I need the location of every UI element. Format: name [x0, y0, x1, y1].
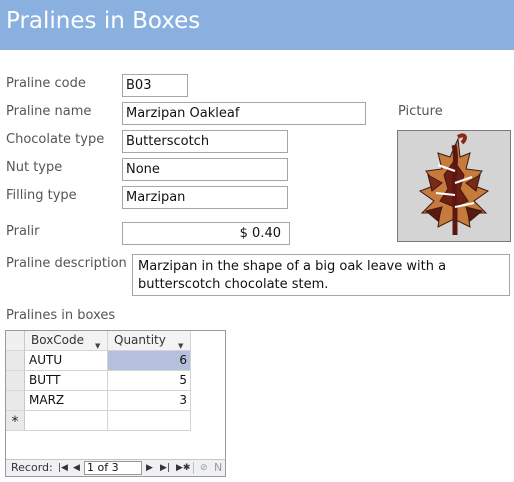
quantity-cell[interactable]: 3 — [108, 391, 191, 411]
praline-name-label: Praline name — [6, 104, 92, 119]
oak-leaf-praline-image — [418, 133, 490, 235]
praline-picture — [397, 130, 511, 242]
select-all-corner[interactable] — [6, 331, 25, 351]
praline-name-field[interactable]: Marzipan Oakleaf — [122, 102, 366, 125]
next-record-icon[interactable]: ▶ — [146, 461, 153, 475]
form-title: Pralines in Boxes — [6, 8, 201, 34]
record-selector[interactable] — [6, 371, 25, 391]
table-row[interactable]: BUTT 5 — [6, 371, 225, 391]
new-record-row[interactable]: * — [6, 411, 225, 431]
record-selector[interactable] — [6, 391, 25, 411]
filter-icon[interactable]: ⊘ — [200, 461, 208, 475]
nut-type-label: Nut type — [6, 160, 63, 175]
record-navigation-bar: Record: |◀ ◀ 1 of 3 ▶ ▶| ▶✱ ⊘ N — [6, 459, 225, 476]
chocolate-type-field[interactable]: Butterscotch — [122, 130, 288, 153]
column-header-quantity[interactable]: Quantity ▼ — [108, 331, 191, 351]
nut-type-field[interactable]: None — [122, 158, 288, 181]
praline-code-label: Praline code — [6, 76, 86, 91]
pralir-field[interactable]: $ 0.40 — [122, 222, 290, 245]
filling-type-field[interactable]: Marzipan — [122, 186, 288, 209]
previous-record-icon[interactable]: ◀ — [73, 461, 80, 475]
column-header-boxcode[interactable]: BoxCode ▼ — [25, 331, 108, 351]
picture-label: Picture — [398, 104, 443, 119]
new-record-marker[interactable]: * — [6, 411, 25, 431]
boxcode-cell[interactable]: AUTU — [25, 351, 108, 371]
filling-type-label: Filling type — [6, 188, 77, 203]
record-label: Record: — [11, 461, 53, 474]
praline-description-label: Praline description — [6, 256, 127, 271]
boxcode-new-cell[interactable] — [25, 411, 108, 431]
filter-label[interactable]: N — [214, 461, 222, 475]
last-record-icon[interactable]: ▶| — [160, 461, 170, 475]
new-record-icon[interactable]: ▶✱ — [176, 461, 190, 475]
nav-divider — [193, 462, 194, 474]
form-header: Pralines in Boxes — [0, 0, 514, 50]
pralir-label: Pralir — [6, 224, 40, 239]
praline-code-field[interactable]: B03 — [122, 74, 188, 97]
quantity-cell[interactable]: 5 — [108, 371, 191, 391]
record-selector[interactable] — [6, 351, 25, 371]
quantity-cell[interactable]: 6 — [108, 351, 191, 371]
boxcode-cell[interactable]: MARZ — [25, 391, 108, 411]
boxcode-cell[interactable]: BUTT — [25, 371, 108, 391]
column-header-quantity-label: Quantity — [114, 333, 166, 347]
first-record-icon[interactable]: |◀ — [58, 461, 68, 475]
chocolate-type-label: Chocolate type — [6, 132, 105, 147]
datasheet-header-row: BoxCode ▼ Quantity ▼ — [6, 331, 225, 351]
quantity-new-cell[interactable] — [108, 411, 191, 431]
current-record-input[interactable]: 1 of 3 — [84, 461, 142, 475]
pralines-in-boxes-subform: BoxCode ▼ Quantity ▼ AUTU 6 BUTT 5 MARZ … — [5, 330, 226, 477]
column-header-boxcode-label: BoxCode — [31, 333, 85, 347]
subform-label: Pralines in boxes — [6, 308, 116, 323]
praline-description-field[interactable]: Marzipan in the shape of a big oak leave… — [132, 254, 510, 296]
table-row[interactable]: AUTU 6 — [6, 351, 225, 371]
table-row[interactable]: MARZ 3 — [6, 391, 225, 411]
